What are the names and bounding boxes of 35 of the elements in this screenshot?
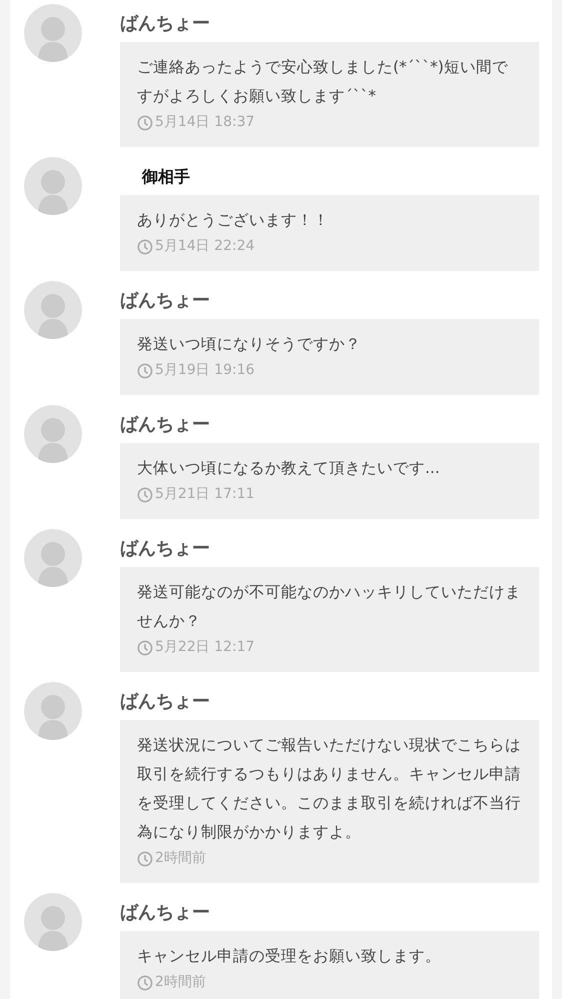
message-time: 2時間前 [155,849,206,868]
message-text: 大体いつ頃になるか教えて頂きたいです... [137,458,441,479]
message-text: 発送いつ頃になりそうですか？ [137,334,362,355]
message-time: 5月14日 18:37 [155,113,255,132]
clock-icon [137,362,153,378]
sender-name: 御相手 [140,166,191,188]
clock-icon [137,238,153,254]
avatar-icon [24,682,82,740]
message-time: 5月14日 22:24 [155,237,255,256]
clock-icon [137,850,153,866]
sender-name: ばんちょー [120,900,211,924]
avatar-icon [24,893,82,951]
clock-icon [137,640,153,656]
message-text: ありがとうございます！！ [137,210,330,231]
message-time: 5月19日 19:16 [155,361,255,380]
message-text: ご連絡あったようで安心致しました(*´``*)短い間ですがよろしくお願い致します´``* [137,57,509,107]
avatar-icon [24,4,82,62]
avatar-icon [24,529,82,587]
clock-icon [137,974,153,990]
message-time: 5月22日 12:17 [155,638,255,657]
sender-name: ばんちょー [120,288,211,312]
clock-icon [137,114,153,130]
message-text: 発送可能なのが不可能なのかハッキリしていただけませんか？ [137,582,522,632]
message-time: 2時間前 [155,973,206,992]
sender-name: ばんちょー [120,536,211,560]
message-text: 発送状況についてご報告いただけない現状でこちらは取引を続行するつもりはありません。キャンセル申請を受理してください。このまま取引を続ければ不当行為になり制限がかかりますよ。 [137,735,522,843]
clock-icon [137,486,153,502]
sender-name: ばんちょー [120,690,211,714]
message-text: キャンセル申請の受理をお願い致します。 [137,946,442,967]
avatar-icon [24,281,82,339]
message-time: 5月21日 17:11 [155,485,255,504]
avatar-icon [24,405,82,463]
avatar-icon [24,157,82,215]
sender-name: ばんちょー [120,412,211,436]
sender-name: ばんちょー [120,12,211,36]
